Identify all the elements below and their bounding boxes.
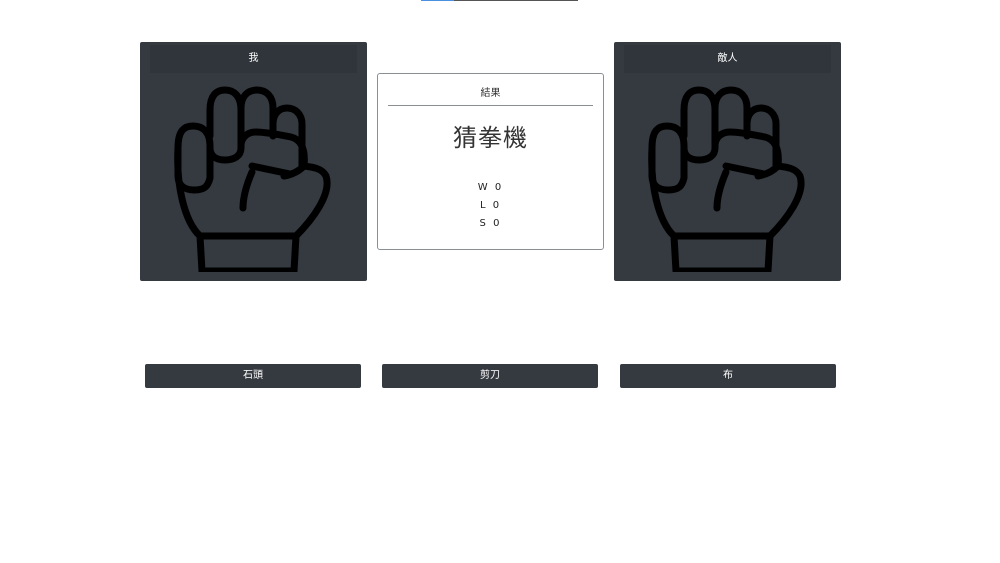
player-title: 我 bbox=[150, 45, 357, 73]
progress-bar-fill bbox=[421, 0, 454, 1]
player-panel: 我 bbox=[140, 42, 367, 281]
result-title: 猜拳機 bbox=[453, 124, 528, 152]
scissors-button[interactable]: 剪刀 bbox=[382, 364, 598, 388]
enemy-title: 敵人 bbox=[624, 45, 831, 73]
result-label: 結果 bbox=[480, 88, 501, 99]
win-count: W 0 bbox=[477, 182, 504, 193]
result-panel: 結果 猜拳機 W 0 L 0 S 0 bbox=[377, 73, 604, 250]
rock-button[interactable]: 石頭 bbox=[145, 364, 361, 388]
paper-button[interactable]: 布 bbox=[620, 364, 836, 388]
result-divider bbox=[388, 105, 593, 106]
loss-count: L 0 bbox=[479, 200, 502, 211]
fist-icon bbox=[174, 86, 331, 272]
progress-bar bbox=[421, 0, 578, 1]
draw-count: S 0 bbox=[479, 218, 502, 229]
enemy-panel: 敵人 bbox=[614, 42, 841, 281]
fist-icon bbox=[648, 86, 805, 272]
